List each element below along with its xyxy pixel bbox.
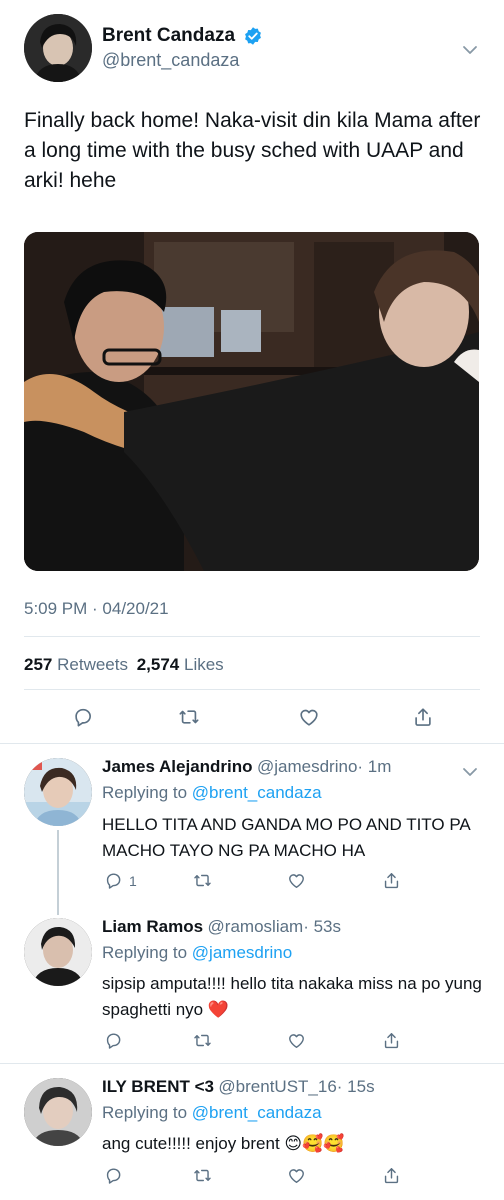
share-icon (384, 1033, 399, 1049)
reply-text: sipsip amputa!!!! hello tita nakaka miss… (102, 974, 482, 1019)
heart-icon (289, 1169, 304, 1183)
tweet-stats: 257 Retweets 2,574 Likes (24, 655, 224, 675)
like-button[interactable] (287, 1031, 306, 1050)
retweet-button[interactable] (178, 706, 200, 728)
reply-button[interactable] (104, 1031, 123, 1050)
reply-time[interactable]: · 15s (337, 1077, 375, 1096)
replying-to-handle[interactable]: @brent_candaza (192, 783, 322, 802)
retweets-label: Retweets (57, 655, 128, 674)
reply-author-handle[interactable]: @brentUST_16 (218, 1077, 336, 1096)
like-button[interactable] (287, 871, 306, 890)
reply-author-name[interactable]: James Alejandrino (102, 757, 253, 776)
share-icon (384, 873, 399, 889)
share-icon (415, 708, 431, 726)
tweet-timestamp[interactable]: 5:09 PM · 04/20/21 (24, 599, 169, 619)
retweet-button[interactable] (193, 1166, 212, 1185)
reply-avatar[interactable] (24, 918, 92, 986)
replying-to-label: Replying to (102, 943, 188, 962)
chevron-down-icon[interactable] (462, 764, 478, 782)
reply-icon (106, 1168, 121, 1184)
thread-line (57, 830, 59, 915)
share-button[interactable] (382, 1166, 401, 1185)
reply-time[interactable]: · 1m (357, 757, 391, 776)
reply-author-handle[interactable]: @jamesdrino (257, 757, 357, 776)
reply-icon (106, 873, 121, 889)
reply-text: ang cute!!!!! enjoy brent 😊🥰🥰 (102, 1134, 345, 1153)
heart-icon (300, 709, 318, 726)
author-name[interactable]: Brent Candaza (102, 25, 235, 47)
reply-icon (106, 1033, 121, 1049)
retweets-stat[interactable]: 257 Retweets (24, 655, 128, 674)
share-icon (384, 1168, 399, 1184)
chevron-down-icon[interactable] (462, 42, 478, 60)
reply-icon (75, 708, 91, 727)
replying-to-handle[interactable]: @jamesdrino (192, 943, 292, 962)
verified-badge-icon (243, 26, 263, 46)
replying-to: Replying to @jamesdrino (102, 943, 292, 963)
divider (24, 689, 480, 690)
replying-to-label: Replying to (102, 1103, 188, 1122)
reply-header: James Alejandrino @jamesdrino· 1m (102, 757, 391, 777)
reply-avatar[interactable] (24, 1078, 92, 1146)
replying-to-handle[interactable]: @brent_candaza (192, 1103, 322, 1122)
share-button[interactable] (382, 1031, 401, 1050)
divider (0, 1063, 504, 1064)
reply-avatar[interactable] (24, 758, 92, 826)
author-avatar[interactable] (24, 14, 92, 82)
reply-button[interactable] (104, 1166, 123, 1185)
reply-button[interactable] (72, 706, 94, 728)
reply-author-handle[interactable]: @ramosliam (208, 917, 304, 936)
likes-label: Likes (184, 655, 224, 674)
reply-text: HELLO TITA AND GANDA MO PO AND TITO PA M… (102, 815, 470, 860)
retweet-button[interactable] (193, 871, 212, 890)
retweet-icon (194, 874, 211, 887)
tweet-text: Finally back home! Naka-visit din kila M… (24, 109, 481, 192)
reply-author-name[interactable]: ILY BRENT <3 (102, 1077, 214, 1096)
retweet-icon (194, 1169, 211, 1182)
reply-button[interactable]: 1 (104, 871, 137, 890)
retweet-button[interactable] (193, 1031, 212, 1050)
author-handle[interactable]: @brent_candaza (102, 50, 239, 71)
like-button[interactable] (287, 1166, 306, 1185)
retweets-count: 257 (24, 655, 53, 674)
share-button[interactable] (412, 706, 434, 728)
heart-icon (289, 1034, 304, 1048)
reply-header: Liam Ramos @ramosliam· 53s (102, 917, 341, 937)
replying-to-label: Replying to (102, 783, 188, 802)
replying-to: Replying to @brent_candaza (102, 1103, 322, 1123)
reply-header: ILY BRENT <3 @brentUST_16· 15s (102, 1077, 375, 1097)
divider (0, 743, 504, 744)
reply-time[interactable]: · 53s (303, 917, 341, 936)
retweet-icon (179, 710, 199, 724)
tweet-photo[interactable] (24, 232, 479, 571)
replying-to: Replying to @brent_candaza (102, 783, 322, 803)
like-button[interactable] (298, 706, 320, 728)
reply-author-name[interactable]: Liam Ramos (102, 917, 203, 936)
reply-count: 1 (129, 872, 137, 889)
retweet-icon (194, 1034, 211, 1047)
likes-count: 2,574 (136, 655, 180, 674)
share-button[interactable] (382, 871, 401, 890)
heart-icon (289, 874, 304, 888)
likes-stat[interactable]: 2,574 Likes (137, 655, 224, 674)
divider (24, 636, 480, 637)
